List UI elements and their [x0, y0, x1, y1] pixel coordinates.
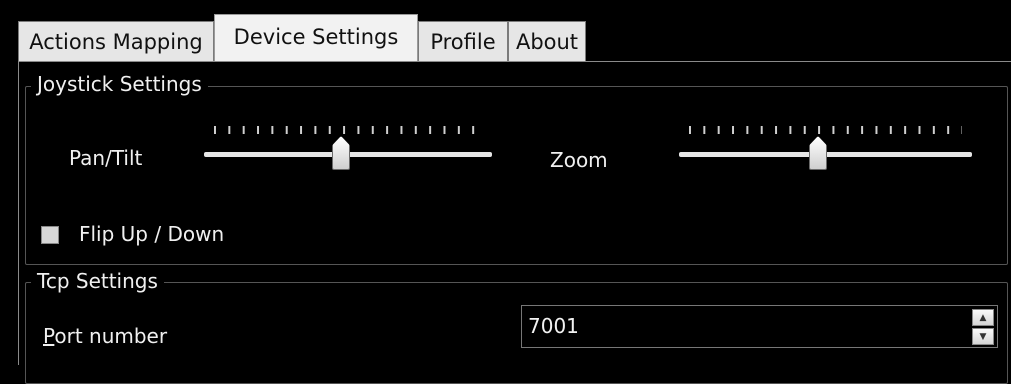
tcp-settings-title: Tcp Settings — [31, 269, 164, 293]
device-settings-panel: Joystick Settings Pan/Tilt Zoom Flip Up … — [18, 62, 1011, 384]
tab-profile[interactable]: Profile — [418, 21, 508, 61]
zoom-slider[interactable] — [679, 126, 972, 170]
port-number-label: Port number — [43, 324, 167, 348]
port-number-mnemonic: P — [43, 324, 55, 348]
tab-bar: Actions Mapping Device Settings Profile … — [0, 0, 1011, 62]
tab-about[interactable]: About — [508, 21, 586, 61]
zoom-label: Zoom — [550, 148, 608, 172]
port-number-value[interactable]: 7001 — [528, 314, 579, 338]
spin-down-icon[interactable]: ▼ — [972, 328, 994, 345]
zoom-ticks — [689, 126, 962, 134]
flip-up-down-checkbox[interactable] — [41, 226, 59, 244]
port-number-spinner[interactable]: 7001 ▲ ▼ — [521, 305, 998, 348]
joystick-settings-title: Joystick Settings — [31, 72, 208, 96]
port-number-label-rest: ort number — [54, 324, 168, 348]
pan-tilt-ticks — [214, 126, 482, 134]
tab-actions-mapping[interactable]: Actions Mapping — [18, 21, 214, 61]
pan-tilt-slider[interactable] — [204, 126, 492, 170]
flip-up-down-label: Flip Up / Down — [79, 222, 225, 246]
pan-tilt-thumb[interactable] — [332, 136, 350, 170]
spin-buttons: ▲ ▼ — [972, 309, 994, 345]
tab-device-settings[interactable]: Device Settings — [214, 14, 418, 62]
pan-tilt-label: Pan/Tilt — [69, 146, 143, 170]
zoom-thumb[interactable] — [809, 136, 827, 170]
spin-up-icon[interactable]: ▲ — [972, 309, 994, 326]
